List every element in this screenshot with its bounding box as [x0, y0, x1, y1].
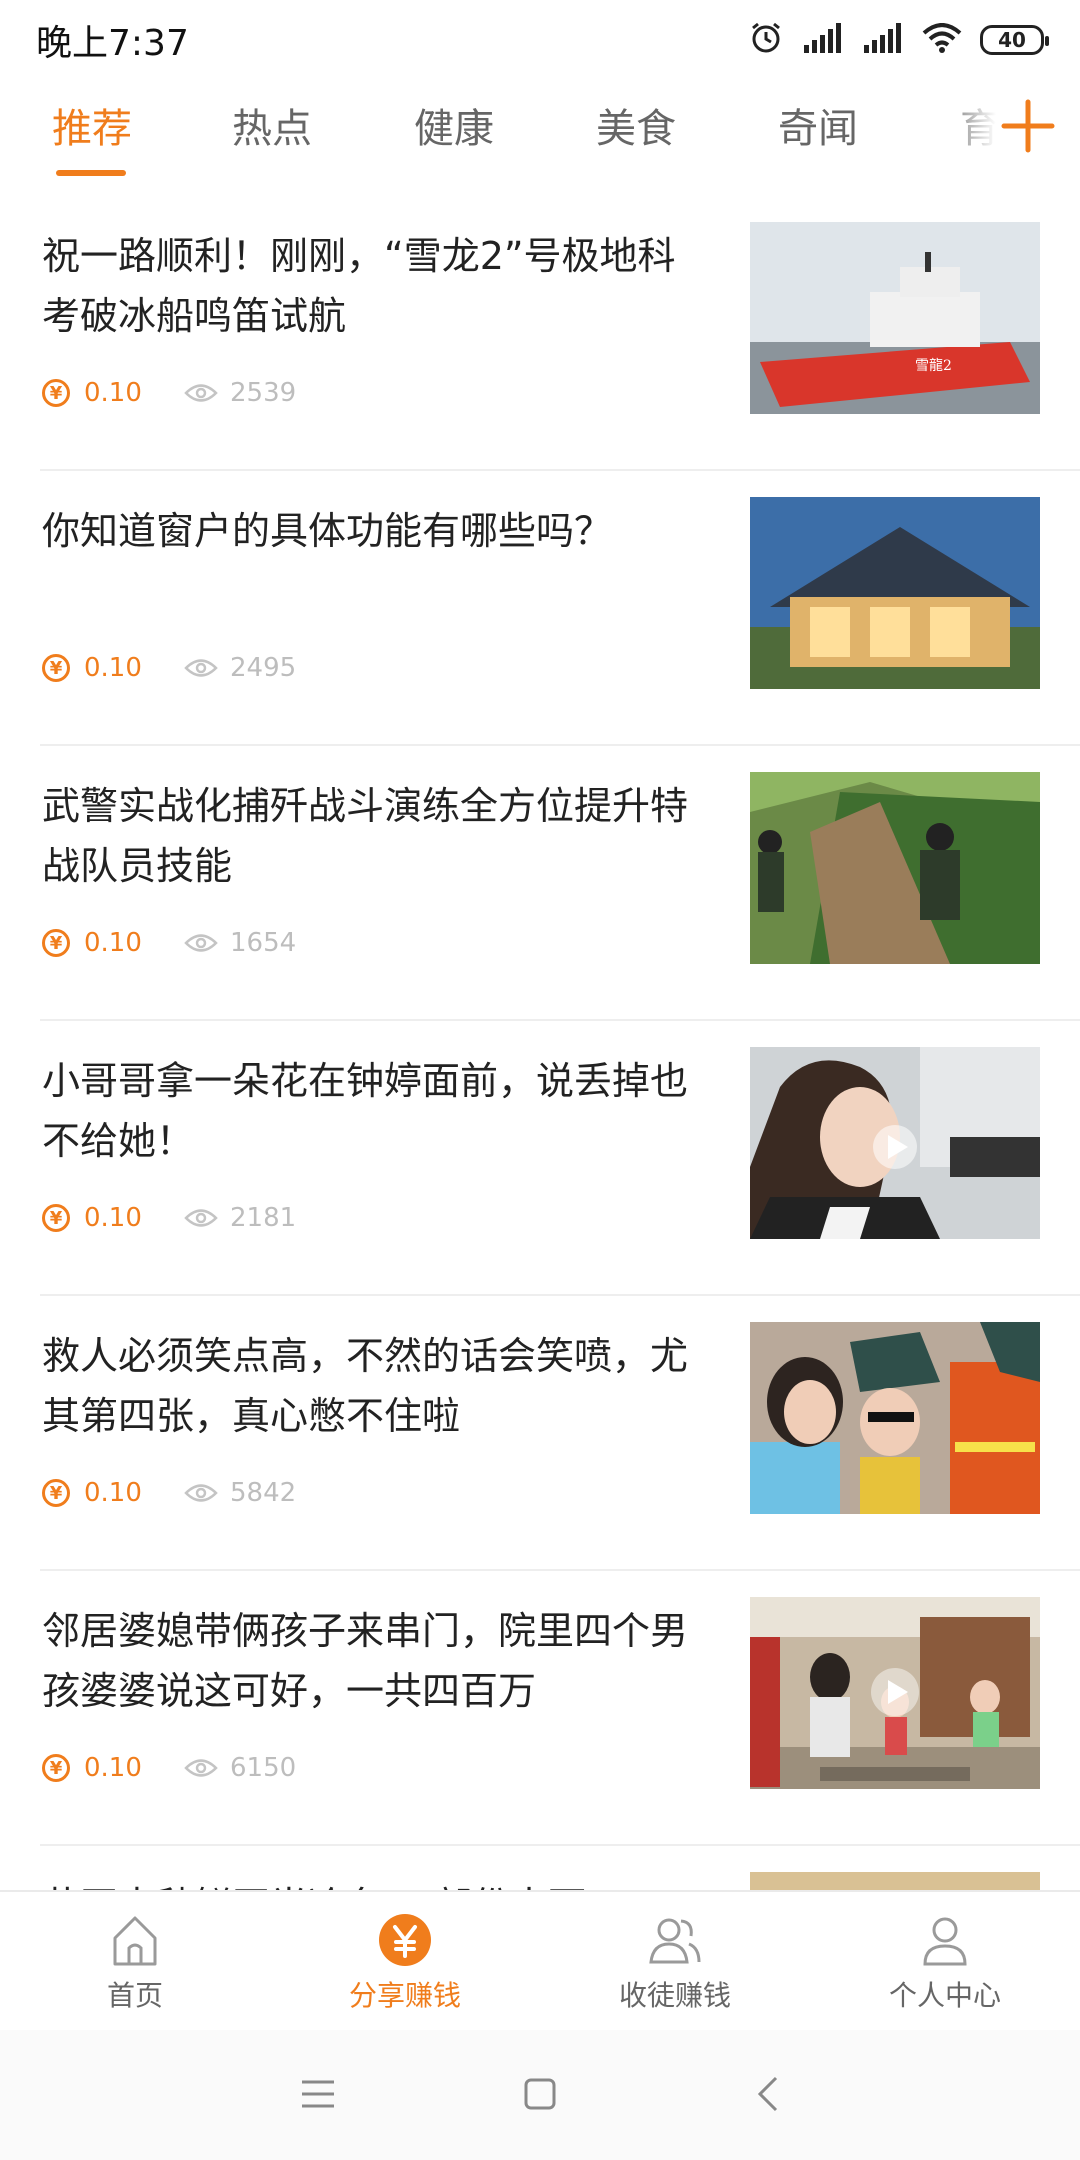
tab-oddities[interactable]: 奇闻: [778, 96, 858, 154]
article-thumbnail[interactable]: [750, 1047, 1040, 1239]
status-icons: 40: [748, 18, 1049, 62]
view-count: 2181: [230, 1203, 297, 1233]
battery-icon: 40: [980, 25, 1049, 55]
view-count: 1654: [230, 928, 297, 958]
signal-icon: [802, 23, 844, 57]
article-title[interactable]: 你知道窗户的具体功能有哪些吗？: [42, 501, 702, 561]
list-item[interactable]: 花开中秋鲜开半冷冬口 部份出面: [40, 1846, 1080, 1890]
nav-recruit-earn-label: 收徒赚钱: [618, 1979, 731, 2012]
article-thumbnail[interactable]: 雪龍2: [750, 222, 1040, 414]
eye-icon: [184, 659, 218, 677]
yuan-coin-icon: [379, 1914, 431, 1966]
list-item[interactable]: 祝一路顺利！刚刚，“雪龙2”号极地科考破冰船鸣笛试航 ¥ 0.10 2539 雪…: [40, 196, 1080, 471]
nav-recruit-earn[interactable]: 收徒赚钱: [540, 1892, 810, 2032]
reward-amount: 0.10: [84, 1478, 142, 1508]
article-meta: ¥ 0.10 2181: [42, 1201, 296, 1235]
category-tabs: 推荐 热点 健康 美食 奇闻 育: [0, 80, 1080, 180]
nav-home[interactable]: 首页: [0, 1892, 270, 2032]
article-title[interactable]: 花开中秋鲜开半冷冬口 部份出面: [42, 1876, 702, 1890]
article-thumbnail[interactable]: [750, 497, 1040, 689]
wifi-icon: [922, 23, 962, 57]
home-icon: [113, 1916, 157, 1966]
article-thumbnail[interactable]: [750, 1322, 1040, 1514]
article-meta: ¥ 0.10 6150: [42, 1751, 296, 1785]
article-meta: ¥ 0.10 1654: [42, 926, 296, 960]
article-meta: ¥ 0.10 2495: [42, 651, 296, 685]
news-feed[interactable]: 祝一路顺利！刚刚，“雪龙2”号极地科考破冰船鸣笛试航 ¥ 0.10 2539 雪…: [0, 196, 1080, 1890]
menu-icon[interactable]: [294, 2070, 342, 2118]
view-count: 5842: [230, 1478, 297, 1508]
active-tab-indicator: [56, 170, 126, 176]
tab-health[interactable]: 健康: [414, 96, 494, 154]
article-meta: ¥ 0.10 2539: [42, 376, 296, 410]
article-title[interactable]: 救人必须笑点高，不然的话会笑喷，尤其第四张，真心憋不住啦: [42, 1326, 702, 1446]
users-icon: [649, 1918, 701, 1964]
article-title[interactable]: 邻居婆媳带俩孩子来串门，院里四个男孩婆婆说这可好，一共四百万: [42, 1601, 702, 1721]
eye-icon: [184, 1484, 218, 1502]
eye-icon: [184, 1759, 218, 1777]
list-item[interactable]: 救人必须笑点高，不然的话会笑喷，尤其第四张，真心憋不住啦 ¥ 0.10 5842: [40, 1296, 1080, 1571]
tab-hot[interactable]: 热点: [232, 96, 312, 154]
reward-amount: 0.10: [84, 378, 142, 408]
eye-icon: [184, 384, 218, 402]
plus-icon: [1001, 99, 1055, 153]
yuan-coin-icon: ¥: [42, 1479, 70, 1507]
article-title[interactable]: 小哥哥拿一朵花在钟婷面前，说丢掉也不给她！: [42, 1051, 702, 1171]
yuan-coin-icon: ¥: [42, 1754, 70, 1782]
nav-profile-label: 个人中心: [888, 1979, 1001, 2012]
tab-recommend[interactable]: 推荐: [52, 96, 132, 154]
reward-amount: 0.10: [84, 1203, 142, 1233]
article-meta: ¥ 0.10 5842: [42, 1476, 296, 1510]
list-item[interactable]: 小哥哥拿一朵花在钟婷面前，说丢掉也不给她！ ¥ 0.10 2181: [40, 1021, 1080, 1296]
view-count: 6150: [230, 1753, 297, 1783]
alarm-icon: [748, 20, 784, 60]
article-thumbnail[interactable]: [750, 1872, 1040, 1890]
reward-amount: 0.10: [84, 1753, 142, 1783]
bottom-navigation: 首页 分享赚钱 收徒赚钱 个人中心: [0, 1890, 1080, 2032]
article-thumbnail[interactable]: [750, 772, 1040, 964]
signal-icon: [862, 23, 904, 57]
nav-profile[interactable]: 个人中心: [810, 1892, 1080, 2032]
tab-food[interactable]: 美食: [596, 96, 676, 154]
nav-home-label: 首页: [106, 1979, 163, 2012]
yuan-coin-icon: ¥: [42, 654, 70, 682]
system-navigation-bar: [0, 2030, 1080, 2160]
back-icon[interactable]: [746, 2070, 794, 2118]
list-item[interactable]: 武警实战化捕歼战斗演练全方位提升特战队员技能 ¥ 0.10 1654: [40, 746, 1080, 1021]
eye-icon: [184, 1209, 218, 1227]
article-title[interactable]: 武警实战化捕歼战斗演练全方位提升特战队员技能: [42, 776, 702, 896]
home-square-icon[interactable]: [516, 2070, 564, 2118]
nav-share-earn-label: 分享赚钱: [348, 1979, 461, 2012]
status-time: 晚上7:37: [36, 23, 189, 64]
yuan-coin-icon: ¥: [42, 1204, 70, 1232]
list-item[interactable]: 邻居婆媳带俩孩子来串门，院里四个男孩婆婆说这可好，一共四百万 ¥ 0.10 61…: [40, 1571, 1080, 1846]
list-item[interactable]: 你知道窗户的具体功能有哪些吗？ ¥ 0.10 2495: [40, 471, 1080, 746]
reward-amount: 0.10: [84, 653, 142, 683]
article-thumbnail[interactable]: [750, 1597, 1040, 1789]
status-bar: 晚上7:37 40: [0, 0, 1080, 78]
article-title[interactable]: 祝一路顺利！刚刚，“雪龙2”号极地科考破冰船鸣笛试航: [42, 226, 702, 346]
yuan-coin-icon: ¥: [42, 379, 70, 407]
svg-text:雪龍2: 雪龍2: [915, 357, 952, 374]
eye-icon: [184, 934, 218, 952]
view-count: 2495: [230, 653, 297, 683]
person-icon: [923, 1917, 967, 1966]
add-category-button[interactable]: [998, 96, 1058, 156]
yuan-coin-icon: ¥: [42, 929, 70, 957]
nav-share-earn[interactable]: 分享赚钱: [270, 1892, 540, 2032]
reward-amount: 0.10: [84, 928, 142, 958]
view-count: 2539: [230, 378, 297, 408]
